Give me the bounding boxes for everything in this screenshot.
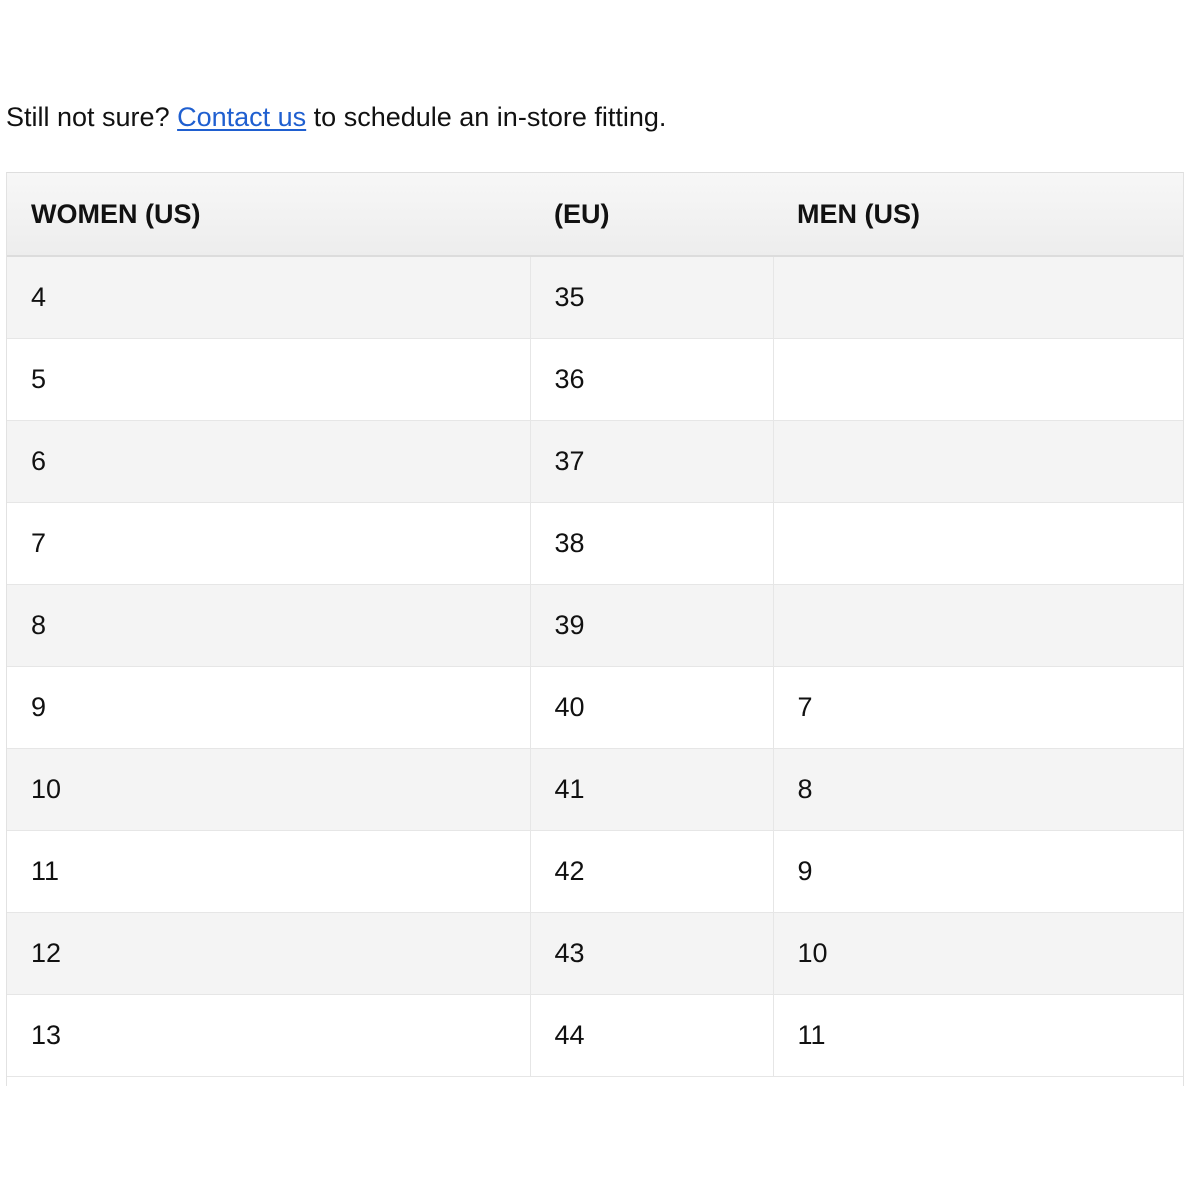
fitting-note-text: Still not sure? Contact us to schedule a…	[6, 101, 666, 132]
cell-women-us: 9	[7, 666, 531, 749]
cell-eu: 36	[530, 338, 774, 421]
fitting-note: Still not sure? Contact us to schedule a…	[6, 100, 1106, 132]
table-row: 9 40 7	[7, 666, 1183, 749]
cell-eu: 37	[530, 420, 774, 503]
table-row: 5 36	[7, 338, 1183, 421]
table-row: 11 42 9	[7, 830, 1183, 913]
header-women-us: WOMEN (US)	[7, 173, 530, 257]
fitting-note-suffix: to schedule an in-store fitting.	[306, 102, 667, 132]
cell-women-us: 13	[7, 994, 531, 1077]
cell-men-us	[773, 338, 1183, 421]
cell-men-us: 11	[773, 994, 1183, 1077]
header-eu: (EU)	[530, 173, 773, 257]
header-men-us: MEN (US)	[773, 173, 1183, 257]
cell-eu: 40	[530, 666, 774, 749]
cell-women-us: 11	[7, 830, 531, 913]
table-row: 13 44 11	[7, 994, 1183, 1077]
cell-eu: 44	[530, 994, 774, 1077]
cell-women-us: 10	[7, 748, 531, 831]
cell-men-us: 10	[773, 912, 1183, 995]
cell-women-us: 7	[7, 502, 531, 585]
cell-women-us: 5	[7, 338, 531, 421]
table-row: 8 39	[7, 584, 1183, 667]
size-chart-table: WOMEN (US) (EU) MEN (US) 4 35 5 36 6 37 7 38 8 39…	[7, 173, 1183, 1077]
table-row: 4 35	[7, 256, 1183, 339]
fitting-note-prefix: Still not sure?	[6, 102, 178, 132]
cell-eu: 38	[530, 502, 774, 585]
cell-women-us: 12	[7, 912, 531, 995]
size-chart: WOMEN (US) (EU) MEN (US) 4 35 5 36 6 37 7 38 8 39…	[6, 172, 1184, 1086]
table-row: 7 38	[7, 502, 1183, 585]
cell-women-us: 8	[7, 584, 531, 667]
size-chart-header-row: WOMEN (US) (EU) MEN (US)	[7, 173, 1183, 257]
cell-women-us: 4	[7, 256, 531, 339]
cell-eu: 43	[530, 912, 774, 995]
table-row: 6 37	[7, 420, 1183, 503]
cell-women-us: 6	[7, 420, 531, 503]
cell-eu: 42	[530, 830, 774, 913]
cell-eu: 39	[530, 584, 774, 667]
cell-men-us	[773, 420, 1183, 503]
cell-eu: 35	[530, 256, 774, 339]
cell-men-us	[773, 502, 1183, 585]
table-row: 12 43 10	[7, 912, 1183, 995]
cell-men-us: 7	[773, 666, 1183, 749]
size-chart-body: 4 35 5 36 6 37 7 38 8 39 9 40 7 10 41 8 11 42 9 12 43 10 13 44 1…	[7, 256, 1183, 1077]
cell-eu: 41	[530, 748, 774, 831]
cell-men-us	[773, 584, 1183, 667]
table-row: 10 41 8	[7, 748, 1183, 831]
contact-us-link[interactable]: Contact us	[177, 102, 306, 132]
cell-men-us: 8	[773, 748, 1183, 831]
cell-men-us	[773, 256, 1183, 339]
cell-men-us: 9	[773, 830, 1183, 913]
